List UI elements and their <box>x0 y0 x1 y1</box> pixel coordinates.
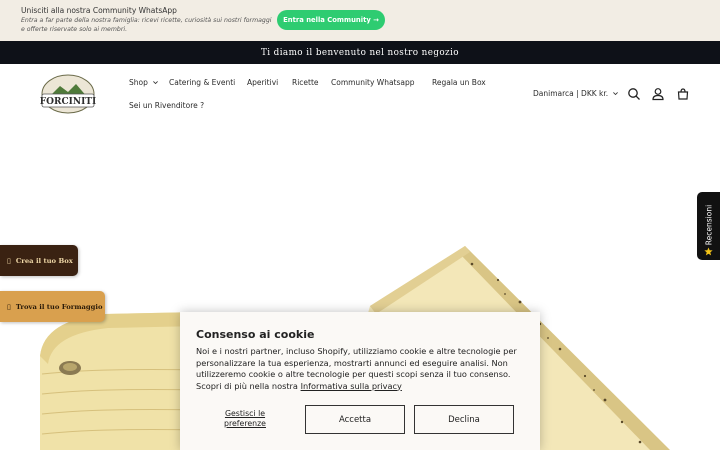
nav-aperitivi[interactable]: Aperitivi <box>247 78 278 87</box>
nav-shop[interactable]: Shop <box>129 78 159 87</box>
whatsapp-promo-bar: Unisciti alla nostra Community WhatsApp … <box>0 0 720 41</box>
privacy-policy-link[interactable]: Informativa sulla privacy <box>301 381 402 391</box>
nav-regala-box[interactable]: Regala un Box <box>432 78 486 87</box>
nav-rivenditore[interactable]: Sei un Rivenditore ? <box>129 101 204 110</box>
nav-catering-eventi[interactable]: Catering & Eventi <box>169 78 235 87</box>
nav-community-whatsapp[interactable]: Community Whatsapp <box>331 78 415 87</box>
reviews-tab[interactable]: Recensioni <box>697 192 720 260</box>
create-box-button[interactable]: ▯ Crea il tuo Box <box>0 245 78 276</box>
find-cheese-label: Trova il tuo Formaggio <box>15 302 103 311</box>
create-box-label: Crea il tuo Box <box>15 256 73 265</box>
locale-label: Danimarca | DKK kr. <box>533 89 609 98</box>
site-header: FORCINITI Shop Catering & Eventi Aperiti… <box>0 64 720 124</box>
promo-subtitle: Entra a far parte della nostra famiglia:… <box>21 17 272 33</box>
find-cheese-button[interactable]: ▯ Trova il tuo Formaggio <box>0 291 105 322</box>
search-icon[interactable] <box>627 87 641 101</box>
announcement-text: Ti diamo il benvenuto nel nostro negozio <box>261 47 459 58</box>
store-logo[interactable]: FORCINITI <box>30 72 106 116</box>
manage-preferences-link[interactable]: Gestisci le preferenze <box>220 409 270 429</box>
nav-ricette[interactable]: Ricette <box>292 78 319 87</box>
promo-title: Unisciti alla nostra Community WhatsApp <box>21 6 177 15</box>
chevron-down-icon <box>152 81 158 85</box>
decline-button[interactable]: Declina <box>414 405 514 434</box>
account-icon[interactable] <box>651 87 665 101</box>
cookie-title: Consenso ai cookie <box>196 328 315 341</box>
join-community-button[interactable]: Entra nella Community → <box>277 10 385 30</box>
announcement-bar: Ti diamo il benvenuto nel nostro negozio <box>0 41 720 64</box>
cart-icon[interactable] <box>676 87 690 101</box>
nav-shop-label: Shop <box>129 78 148 87</box>
accept-button[interactable]: Accetta <box>305 405 405 434</box>
locale-selector[interactable]: Danimarca | DKK kr. <box>533 89 619 98</box>
cookie-body: Noi e i nostri partner, incluso Shopify,… <box>196 346 532 392</box>
box-icon: ▯ <box>7 256 11 265</box>
cookie-consent-dialog: Consenso ai cookie Noi e i nostri partne… <box>180 312 540 450</box>
star-icon <box>704 247 713 256</box>
reviews-label: Recensioni <box>704 204 714 246</box>
cheese-icon: ▯ <box>7 302 11 311</box>
logo-text: FORCINITI <box>40 97 96 107</box>
chevron-down-icon <box>613 92 619 96</box>
